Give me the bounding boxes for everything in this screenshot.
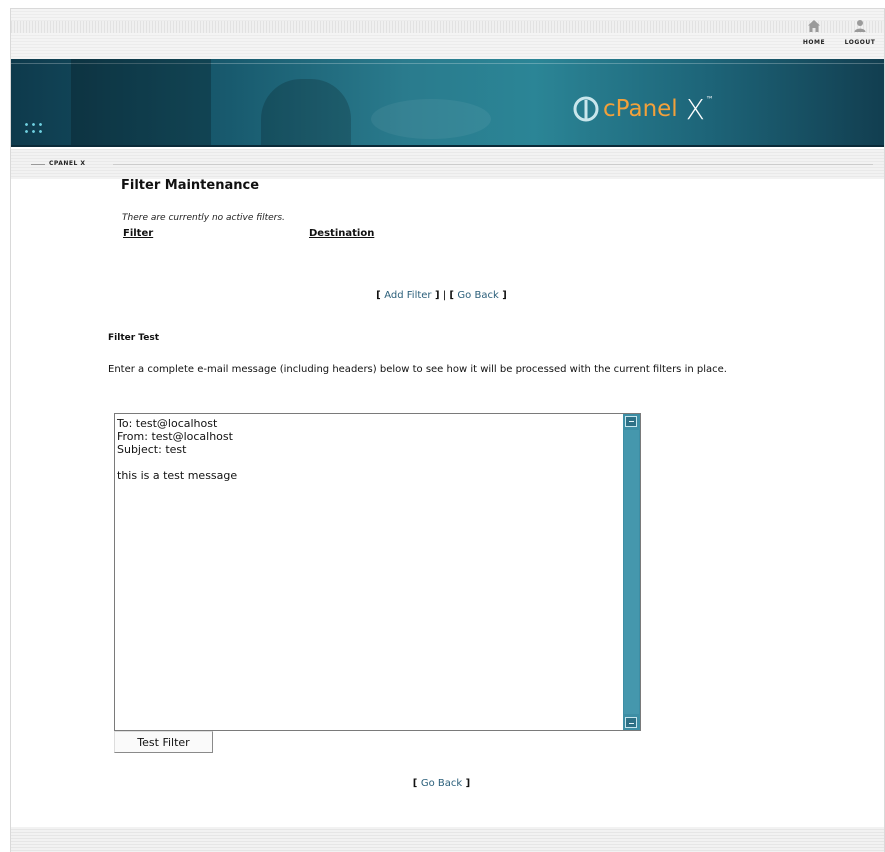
scroll-up-icon[interactable] [625,416,637,427]
go-back-link-bottom[interactable]: Go Back [421,778,462,789]
go-back-link[interactable]: Go Back [457,290,498,301]
filter-test-heading: Filter Test [108,333,160,343]
separator: | [442,290,447,301]
empty-filters-message: There are currently no active filters. [122,213,285,223]
add-filter-link[interactable]: Add Filter [384,290,431,301]
message-textarea[interactable]: To: test@localhost From: test@localhost … [115,414,623,730]
message-textarea-container: To: test@localhost From: test@localhost … [114,413,641,731]
filter-test-description: Enter a complete e-mail message (includi… [108,364,727,375]
scroll-track[interactable] [624,430,639,714]
bottom-actions: [ Go Back ] [412,778,471,789]
page-title: Filter Maintenance [121,178,260,193]
test-filter-button[interactable]: Test Filter [114,731,213,753]
column-header-destination: Destination [309,228,375,239]
scroll-down-icon[interactable] [625,717,637,728]
filter-actions: [ Add Filter ] | [ Go Back ] [376,290,507,301]
textarea-scrollbar[interactable] [623,414,640,730]
main-content: Filter Maintenance There are currently n… [0,0,885,852]
column-header-filter: Filter [123,228,154,239]
